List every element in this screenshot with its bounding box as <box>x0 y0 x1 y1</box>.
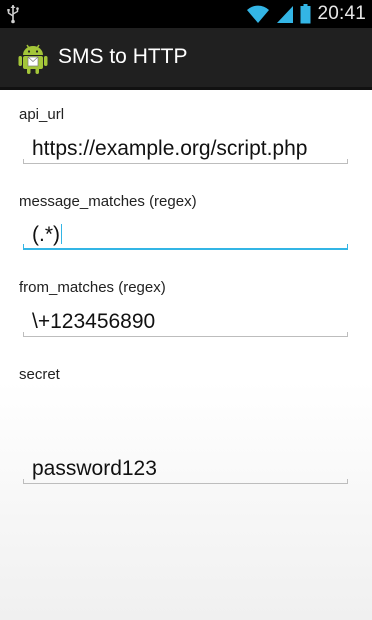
status-time: 20:41 <box>317 3 366 24</box>
wifi-icon <box>247 5 270 23</box>
usb-icon <box>7 5 19 24</box>
secret-value: password123 <box>32 457 157 480</box>
message-matches-value: (.*) <box>32 223 60 246</box>
message-matches-label: message_matches (regex) <box>19 193 197 210</box>
from-matches-value: \+123456890 <box>32 310 156 333</box>
app-title: SMS to HTTP <box>58 45 188 68</box>
secret-field[interactable]: password123 <box>23 454 348 484</box>
status-bar: 20:41 <box>0 0 372 28</box>
secret-label: secret <box>19 366 60 383</box>
text-cursor <box>61 224 62 244</box>
signal-icon <box>277 6 294 23</box>
api-url-label: api_url <box>19 106 65 123</box>
settings-form: api_url https://example.org/script.php m… <box>0 90 372 620</box>
android-icon[interactable] <box>16 41 50 75</box>
from-matches-label: from_matches (regex) <box>19 279 166 296</box>
from-matches-field[interactable]: \+123456890 <box>23 307 348 337</box>
message-matches-field[interactable]: (.*) <box>23 220 348 250</box>
action-bar: SMS to HTTP <box>0 28 372 90</box>
api-url-field[interactable]: https://example.org/script.php <box>23 134 348 164</box>
api-url-value: https://example.org/script.php <box>32 137 308 160</box>
battery-icon <box>300 4 311 24</box>
